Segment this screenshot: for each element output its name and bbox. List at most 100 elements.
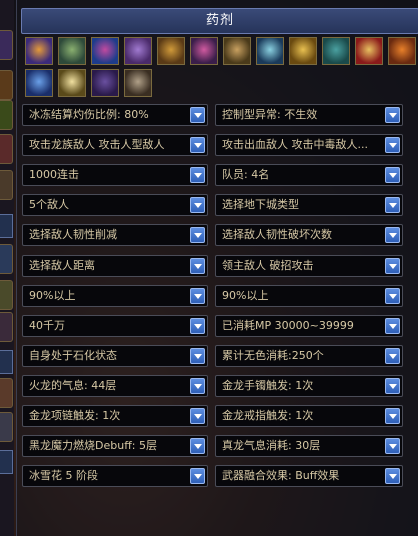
side-slot-2[interactable] (0, 70, 13, 100)
dropdown-value: 黑龙魔力燃烧Debuff: 5层 (29, 439, 157, 453)
sword-icon[interactable] (256, 37, 284, 65)
dropdown-value: 控制型异常: 不生效 (222, 108, 318, 121)
side-tab-3[interactable] (0, 450, 13, 474)
chevron-down-icon[interactable] (190, 287, 205, 304)
option-dropdown[interactable]: 金龙戒指触发: 1次 (215, 405, 403, 427)
option-dropdown[interactable]: 90%以上 (215, 284, 403, 307)
option-dropdown[interactable]: 冰冻结算灼伤比例: 80% (22, 104, 208, 126)
option-dropdown[interactable]: 40千万 (22, 314, 208, 337)
dropdown-value: 真龙气息消耗: 30层 (222, 439, 321, 453)
chevron-down-icon[interactable] (190, 197, 205, 214)
dropdown-value: 5个敌人 (29, 198, 69, 212)
chevron-down-icon[interactable] (385, 227, 400, 244)
option-dropdown[interactable]: 选择敌人距离 (22, 254, 208, 277)
dropdown-value: 1000连击 (29, 168, 79, 182)
chevron-down-icon[interactable] (385, 408, 400, 424)
dropdown-value: 选择敌人韧性削减 (29, 228, 117, 242)
chevron-down-icon[interactable] (385, 197, 400, 214)
chevron-down-icon[interactable] (190, 107, 205, 123)
gem-icon[interactable] (91, 69, 119, 97)
side-slot-3[interactable] (0, 100, 13, 130)
knot-icon[interactable] (124, 69, 152, 97)
dropdown-value: 自身处于石化状态 (29, 348, 117, 362)
side-slot-8[interactable] (0, 312, 13, 342)
chevron-down-icon[interactable] (190, 317, 205, 334)
chevron-down-icon[interactable] (190, 227, 205, 244)
chevron-down-icon[interactable] (190, 257, 205, 274)
chevron-down-icon[interactable] (190, 377, 205, 394)
potion-jar-icon[interactable] (58, 37, 86, 65)
option-dropdown[interactable]: 90%以上 (22, 284, 208, 307)
chevron-down-icon[interactable] (190, 408, 205, 424)
gold-bar-icon[interactable] (289, 37, 317, 65)
side-slot-9[interactable] (0, 378, 13, 408)
option-dropdown[interactable]: 黑龙魔力燃烧Debuff: 5层 (22, 435, 208, 458)
option-dropdown[interactable]: 武器融合效果: Buff效果 (215, 465, 403, 488)
chevron-down-icon[interactable] (190, 347, 205, 364)
chevron-down-icon[interactable] (385, 438, 400, 455)
option-dropdown[interactable]: 选择地下城类型 (215, 194, 403, 217)
purple-flask-icon[interactable] (124, 37, 152, 65)
lightning-icon[interactable] (25, 69, 53, 97)
option-dropdown[interactable]: 真龙气息消耗: 30层 (215, 435, 403, 458)
option-dropdown[interactable]: 攻击出血敌人 攻击中毒敌人... (215, 134, 403, 157)
option-dropdown[interactable]: 选择敌人韧性削减 (22, 224, 208, 247)
side-slot-4[interactable] (0, 134, 13, 164)
chevron-down-icon[interactable] (385, 377, 400, 394)
side-tab-2[interactable] (0, 350, 13, 374)
chevron-down-icon[interactable] (385, 137, 400, 154)
dropdown-value: 领主敌人 破招攻击 (222, 258, 314, 272)
option-dropdown[interactable]: 冰雪花 5 阶段 (22, 465, 208, 488)
dropdown-value: 金龙戒指触发: 1次 (222, 409, 314, 422)
chevron-down-icon[interactable] (385, 107, 400, 123)
chevron-down-icon[interactable] (190, 167, 205, 184)
side-slot-5[interactable] (0, 170, 13, 200)
dropdown-value: 冰冻结算灼伤比例: 80% (29, 108, 149, 121)
dropdown-value: 40千万 (29, 318, 65, 332)
side-slot-10[interactable] (0, 412, 13, 442)
option-dropdown[interactable]: 金龙项链触发: 1次 (22, 405, 208, 427)
dropdown-value: 选择敌人韧性破坏次数 (222, 228, 332, 242)
chevron-down-icon[interactable] (385, 468, 400, 485)
potion-icon-grid (25, 37, 418, 99)
chevron-down-icon[interactable] (385, 317, 400, 334)
chevron-down-icon[interactable] (385, 287, 400, 304)
dragon-icon[interactable] (322, 37, 350, 65)
option-dropdown[interactable]: 累计无色消耗:250个 (215, 344, 403, 367)
blue-scroll-icon[interactable] (91, 37, 119, 65)
ice-crystal-icon[interactable] (25, 37, 53, 65)
dropdown-value: 攻击出血敌人 攻击中毒敌人... (222, 138, 368, 152)
dropdown-value: 累计无色消耗:250个 (222, 348, 324, 362)
fire-orb-icon[interactable] (388, 37, 416, 65)
chevron-down-icon[interactable] (385, 257, 400, 274)
side-tab-1[interactable] (0, 214, 13, 238)
side-slot-6[interactable] (0, 244, 13, 274)
chevron-down-icon[interactable] (190, 468, 205, 485)
option-dropdown[interactable]: 已消耗MP 30000~39999 (215, 314, 403, 337)
dropdown-value: 90%以上 (29, 288, 76, 302)
bottle-icon[interactable] (223, 37, 251, 65)
option-dropdown[interactable]: 领主敌人 破招攻击 (215, 254, 403, 277)
dropdown-value: 选择地下城类型 (222, 198, 299, 212)
option-dropdown[interactable]: 5个敌人 (22, 194, 208, 217)
option-dropdown[interactable]: 控制型异常: 不生效 (215, 104, 403, 126)
side-slot-7[interactable] (0, 280, 13, 310)
chevron-down-icon[interactable] (385, 167, 400, 184)
dropdown-value: 金龙手镯触发: 1次 (222, 378, 314, 392)
option-dropdown[interactable]: 1000连击 (22, 164, 208, 187)
starburst-icon[interactable] (58, 69, 86, 97)
chevron-down-icon[interactable] (385, 347, 400, 364)
side-slot-1[interactable] (0, 30, 13, 60)
pink-vial-icon[interactable] (190, 37, 218, 65)
option-dropdown[interactable]: 选择敌人韧性破坏次数 (215, 224, 403, 247)
chevron-down-icon[interactable] (190, 438, 205, 455)
option-dropdown[interactable]: 攻击龙族敌人 攻击人型敌人 (22, 134, 208, 157)
chevron-down-icon[interactable] (190, 137, 205, 154)
option-dropdown[interactable]: 自身处于石化状态 (22, 344, 208, 367)
option-dropdown[interactable]: 火龙的气息: 44层 (22, 374, 208, 397)
option-dropdown[interactable]: 队员: 4名 (215, 164, 403, 187)
gold-crest-icon[interactable] (157, 37, 185, 65)
dropdown-value: 队员: 4名 (222, 168, 270, 182)
option-dropdown[interactable]: 金龙手镯触发: 1次 (215, 374, 403, 397)
gift-box-icon[interactable] (355, 37, 383, 65)
